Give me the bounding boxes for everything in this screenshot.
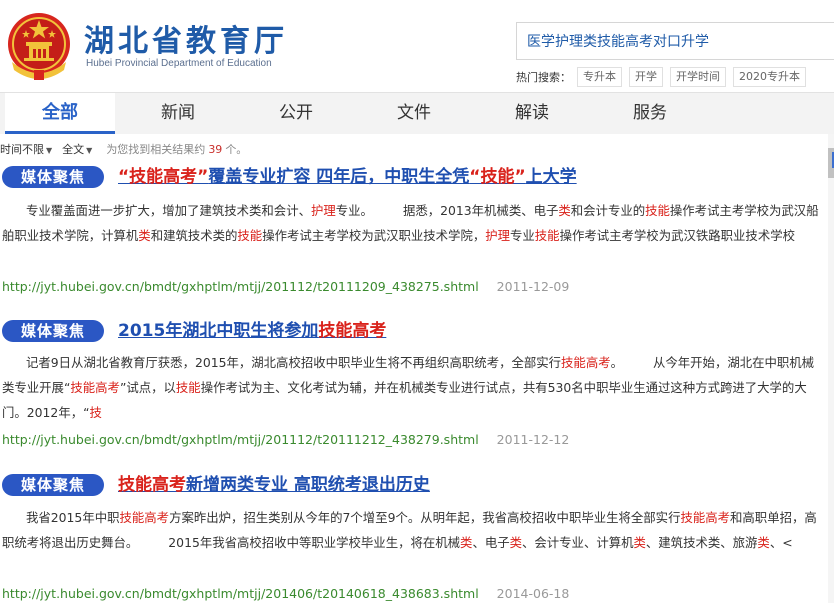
site-header: 湖北省教育厅 Hubei Provincial Department of Ed… bbox=[0, 0, 834, 92]
highlighted-keyword: 类 bbox=[757, 535, 770, 550]
text-segment: 覆盖专业扩容 四年后，中职生全凭 bbox=[208, 167, 470, 187]
tab-service[interactable]: 服务 bbox=[595, 93, 705, 134]
highlighted-keyword: 类 bbox=[460, 535, 473, 550]
category-badge: 媒体聚焦 bbox=[2, 166, 104, 188]
site-subtitle: Hubei Provincial Department of Education bbox=[86, 58, 272, 69]
text-segment: 方案昨出炉，招生类别从今年的7个增至9个。从明年起，我省高校招收中职毕业生将全部… bbox=[169, 510, 681, 525]
result-count: 39 bbox=[208, 143, 223, 156]
highlighted-keyword: 技能 bbox=[237, 228, 263, 243]
highlighted-keyword: 技能高考 bbox=[70, 380, 120, 395]
text-segment: 我省2015年中职 bbox=[26, 510, 120, 525]
highlighted-keyword: 技 bbox=[89, 405, 102, 420]
result-meta: http://jyt.hubei.gov.cn/bmdt/gxhptlm/mtj… bbox=[2, 585, 569, 603]
hot-search-label: 热门搜索： bbox=[516, 71, 571, 84]
highlighted-keyword: 技能 bbox=[534, 228, 560, 243]
page-scrollbar[interactable] bbox=[828, 134, 834, 603]
result-title-link[interactable]: 2015年湖北中职生将参加技能高考 bbox=[118, 320, 386, 342]
text-segment: 操作考试主考学校为武汉职业技术学院， bbox=[262, 228, 486, 243]
chevron-down-icon: ▼ bbox=[86, 146, 93, 155]
text-segment: 专业。 bbox=[335, 203, 373, 218]
text-segment: 新增两类专业 高职统考退出历史 bbox=[186, 475, 430, 495]
chevron-down-icon: ▼ bbox=[46, 146, 53, 155]
text-segment: 据悉，2013年机械类、电子 bbox=[402, 203, 559, 218]
hot-search: 热门搜索： 专升本 开学 开学时间 2020专升本 bbox=[516, 67, 813, 87]
scope-filter[interactable]: 全文 ▼ bbox=[62, 141, 92, 157]
highlighted-keyword: 类 bbox=[558, 203, 571, 218]
result-meta: http://jyt.hubei.gov.cn/bmdt/gxhptlm/mtj… bbox=[2, 431, 569, 449]
highlighted-keyword: 类 bbox=[509, 535, 522, 550]
tab-news[interactable]: 新闻 bbox=[123, 93, 233, 134]
text-segment: 、< bbox=[769, 535, 793, 550]
text-segment: 、电子 bbox=[472, 535, 510, 550]
highlighted-keyword: 技能高考 bbox=[561, 355, 611, 370]
highlighted-keyword: 技能高考 bbox=[318, 321, 387, 341]
text-segment: 和建筑技术类的 bbox=[150, 228, 238, 243]
result-date: 2011-12-09 bbox=[496, 279, 570, 294]
text-segment: 2015年湖北中职生将参加 bbox=[118, 321, 319, 341]
result-snippet: 我省2015年中职技能高考方案昨出炉，招生类别从今年的7个增至9个。从明年起，我… bbox=[2, 505, 822, 555]
text-segment: 专业 bbox=[510, 228, 535, 243]
site-title: 湖北省教育厅 bbox=[84, 24, 288, 59]
result-url[interactable]: http://jyt.hubei.gov.cn/bmdt/gxhptlm/mtj… bbox=[2, 586, 479, 601]
filter-bar: 时间不限 ▼ 全文 ▼ 为您找到相关结果约 39 个。 bbox=[0, 140, 247, 158]
hot-tag[interactable]: 2020专升本 bbox=[733, 67, 806, 87]
tab-files[interactable]: 文件 bbox=[359, 93, 469, 134]
text-segment: 专业覆盖面进一步扩大，增加了建筑技术类和会计、 bbox=[26, 203, 311, 218]
hot-tag[interactable]: 开学 bbox=[629, 67, 663, 87]
search-input[interactable] bbox=[527, 23, 827, 59]
category-badge: 媒体聚焦 bbox=[2, 474, 104, 496]
search-box[interactable] bbox=[516, 22, 834, 60]
highlighted-keyword: 技能高考 bbox=[119, 510, 170, 525]
text-segment: ”试点，以 bbox=[119, 380, 176, 395]
highlighted-keyword: 类 bbox=[633, 535, 646, 550]
result-url[interactable]: http://jyt.hubei.gov.cn/bmdt/gxhptlm/mtj… bbox=[2, 432, 479, 447]
result-snippet: 记者9日从湖北省教育厅获悉，2015年，湖北高校招收中职毕业生将不再组织高职统考… bbox=[2, 350, 822, 425]
hot-tag[interactable]: 开学时间 bbox=[670, 67, 726, 87]
result-url[interactable]: http://jyt.hubei.gov.cn/bmdt/gxhptlm/mtj… bbox=[2, 279, 479, 294]
result-title-link[interactable]: 技能高考新增两类专业 高职统考退出历史 bbox=[118, 474, 430, 496]
text-segment: 和会计专业的 bbox=[570, 203, 646, 218]
highlighted-keyword: 技能 bbox=[175, 380, 201, 395]
text-segment: 上大学 bbox=[525, 167, 577, 187]
result-meta: http://jyt.hubei.gov.cn/bmdt/gxhptlm/mtj… bbox=[2, 278, 569, 296]
highlighted-keyword: “技能” bbox=[469, 167, 526, 187]
highlighted-keyword: 技能高考 bbox=[680, 510, 731, 525]
result-count-info: 为您找到相关结果约 39 个。 bbox=[106, 143, 248, 156]
tab-public[interactable]: 公开 bbox=[241, 93, 351, 134]
highlighted-keyword: 护理 bbox=[485, 228, 511, 243]
text-segment: 。 bbox=[610, 355, 623, 370]
text-segment: 、会计专业、计算机 bbox=[522, 535, 634, 550]
category-tabs: 全部 新闻 公开 文件 解读 服务 bbox=[0, 92, 834, 134]
highlighted-keyword: 技能高考 bbox=[118, 475, 186, 495]
text-segment: 记者9日从湖北省教育厅获悉，2015年，湖北高校招收中职毕业生将不再组织高职统考… bbox=[26, 355, 562, 370]
hot-tag[interactable]: 专升本 bbox=[577, 67, 622, 87]
category-badge: 媒体聚焦 bbox=[2, 320, 104, 342]
result-date: 2011-12-12 bbox=[496, 432, 570, 447]
result-title-link[interactable]: “技能高考”覆盖专业扩容 四年后，中职生全凭“技能”上大学 bbox=[118, 166, 577, 188]
text-segment: 操作考试主考学校为武汉铁路职业技术学校 bbox=[559, 228, 795, 243]
tab-interpretation[interactable]: 解读 bbox=[477, 93, 587, 134]
result-snippet: 专业覆盖面进一步扩大，增加了建筑技术类和会计、护理专业。 据悉，2013年机械类、… bbox=[2, 198, 822, 248]
text-segment: 2015年我省高校招收中等职业学校毕业生，将在机械 bbox=[168, 535, 461, 550]
national-emblem-icon bbox=[8, 13, 70, 80]
highlighted-keyword: 技能 bbox=[645, 203, 670, 218]
time-filter[interactable]: 时间不限 ▼ bbox=[0, 141, 52, 157]
highlighted-keyword: 护理 bbox=[310, 203, 336, 218]
tab-all[interactable]: 全部 bbox=[5, 93, 115, 134]
result-date: 2014-06-18 bbox=[496, 586, 570, 601]
highlighted-keyword: “技能高考” bbox=[118, 167, 209, 187]
text-segment: 、建筑技术类、旅游 bbox=[645, 535, 758, 550]
highlighted-keyword: 类 bbox=[138, 228, 151, 243]
